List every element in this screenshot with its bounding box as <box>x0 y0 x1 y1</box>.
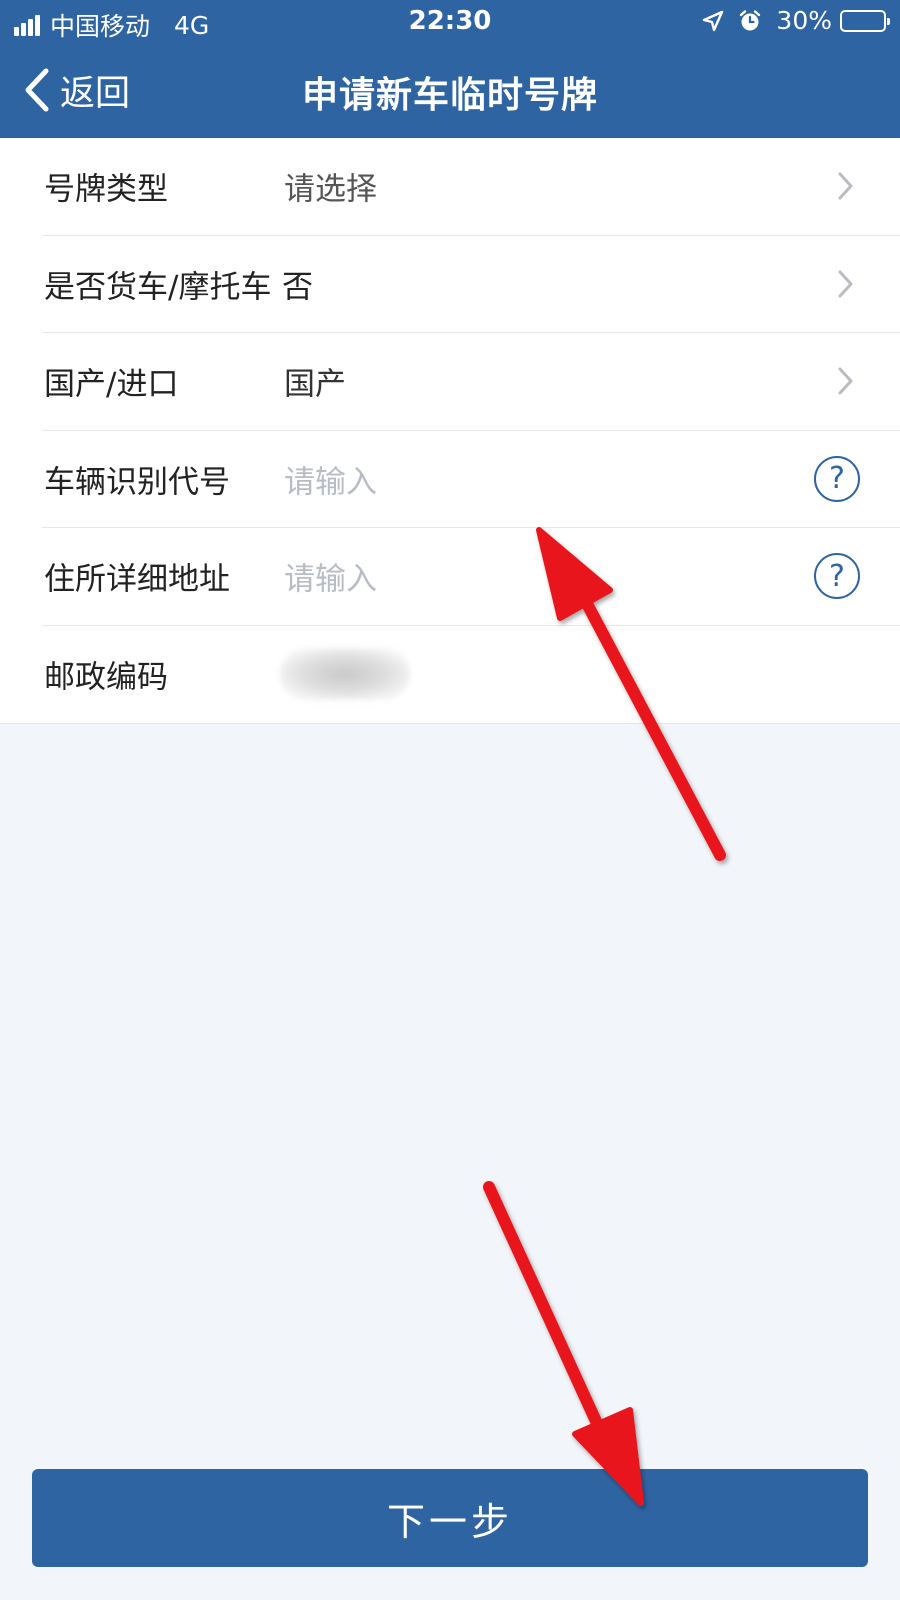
vin-row: 车辆识别代号 请输入 ? <box>42 431 900 528</box>
vin-input[interactable]: 请输入 <box>284 456 377 501</box>
address-row: 住所详细地址 请输入 ? <box>42 528 900 626</box>
plate-type-row[interactable]: 号牌类型 请选择 <box>42 138 900 236</box>
plate-type-select[interactable]: 请选择 <box>284 164 377 209</box>
battery-percent: 30% <box>776 6 832 35</box>
postal-code-input[interactable] <box>280 648 410 701</box>
status-right: 30% <box>702 6 890 35</box>
origin-row[interactable]: 国产/进口 国产 <box>42 333 900 431</box>
status-bar: 中国移动 4G 22:30 30% <box>0 0 900 44</box>
battery-icon <box>840 9 890 32</box>
origin-select[interactable]: 国产 <box>284 359 346 404</box>
row-label: 车辆识别代号 <box>44 464 230 501</box>
help-icon[interactable]: ? <box>814 455 860 502</box>
row-label: 邮政编码 <box>44 659 168 696</box>
location-arrow-icon <box>702 10 724 32</box>
truck-motorcycle-row[interactable]: 是否货车/摩托车 否 <box>42 236 900 333</box>
annotation-arrow-down <box>483 1181 644 1506</box>
next-step-button[interactable]: 下一步 <box>32 1469 868 1567</box>
nav-bar: 返回 申请新车临时号牌 <box>0 44 900 138</box>
row-label: 国产/进口 <box>44 366 179 403</box>
help-icon[interactable]: ? <box>814 553 860 600</box>
postal-code-row: 邮政编码 <box>42 626 900 724</box>
alarm-clock-icon <box>738 9 762 33</box>
chevron-right-icon <box>838 365 858 397</box>
truck-motorcycle-select[interactable]: 否 <box>282 261 313 306</box>
chevron-right-icon <box>838 170 858 202</box>
page-title: 申请新车临时号牌 <box>301 75 598 116</box>
address-input[interactable]: 请输入 <box>284 554 377 599</box>
row-label: 住所详细地址 <box>44 561 230 598</box>
form-list: 号牌类型 请选择 是否货车/摩托车 否 国产/进口 国产 车辆识别代号 请输入 … <box>0 138 900 724</box>
row-label: 是否货车/摩托车 <box>44 269 272 306</box>
chevron-right-icon <box>838 268 858 300</box>
row-label: 号牌类型 <box>44 171 168 208</box>
